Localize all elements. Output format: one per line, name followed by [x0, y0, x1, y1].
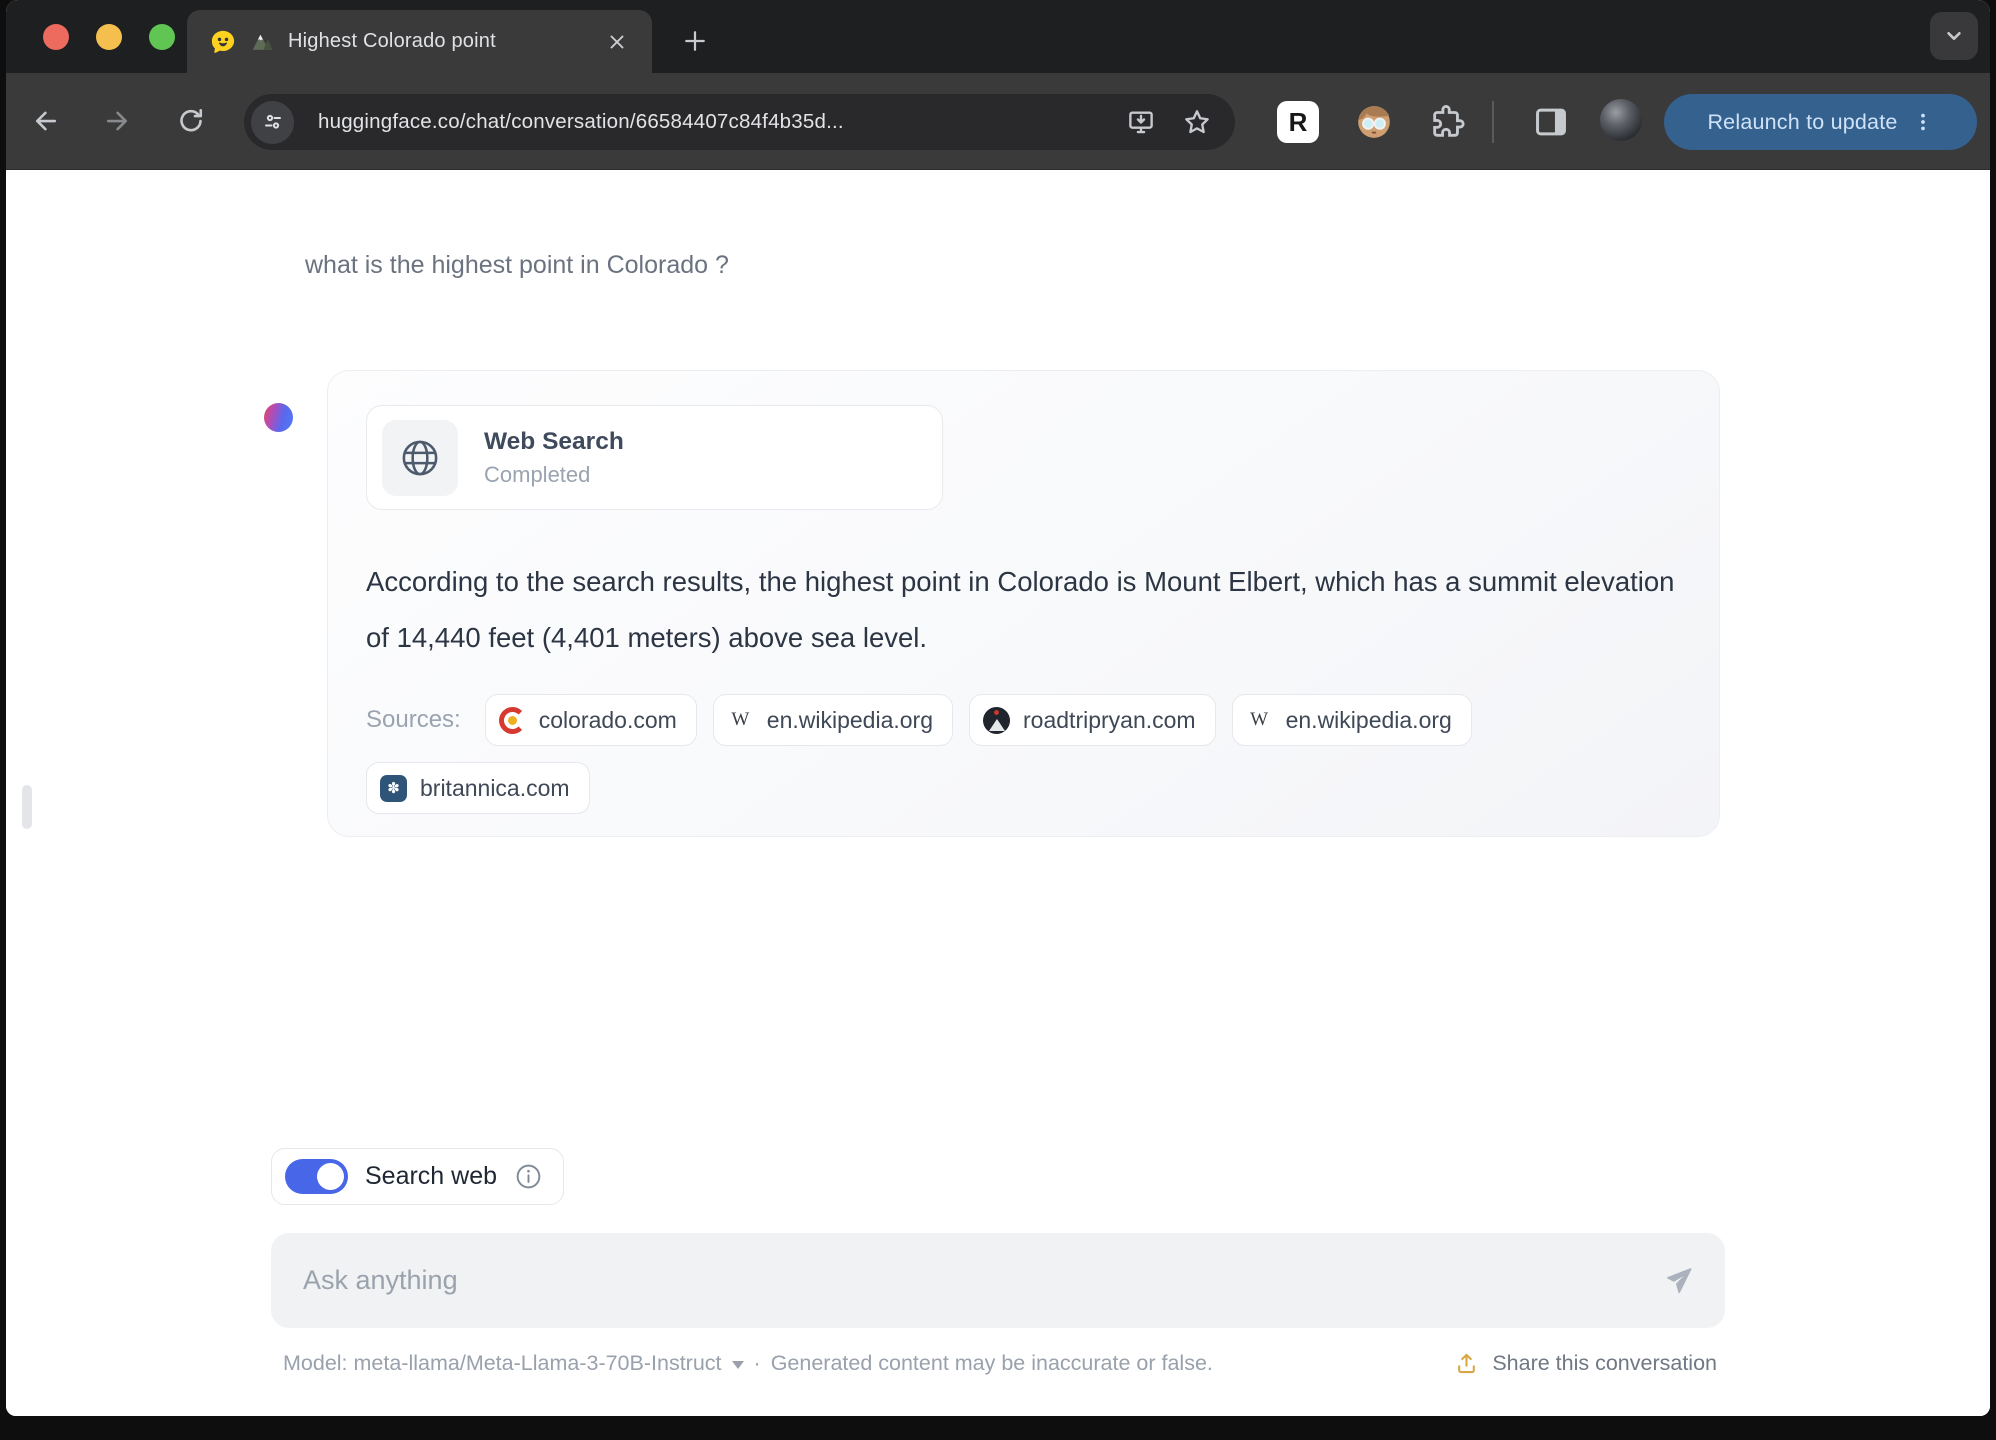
- macos-minimize-button[interactable]: [96, 24, 122, 50]
- new-tab-button[interactable]: [674, 20, 716, 62]
- share-upload-icon: [1458, 1353, 1476, 1374]
- britannica-favicon-icon: ✽: [380, 774, 407, 802]
- tab-search-button[interactable]: [1930, 12, 1978, 60]
- share-conversation-button[interactable]: Share this conversation: [1453, 1350, 1717, 1377]
- model-dropdown-caret-icon[interactable]: [731, 1361, 744, 1369]
- tool-title: Web Search: [484, 427, 624, 455]
- extensions-puzzle-icon[interactable]: [1428, 103, 1466, 141]
- macos-zoom-button[interactable]: [149, 24, 175, 50]
- extension-r-icon[interactable]: R: [1277, 101, 1319, 143]
- share-label: Share this conversation: [1492, 1351, 1717, 1375]
- tab-strip: Highest Colorado point: [6, 0, 1990, 73]
- user-message: what is the highest point in Colorado ?: [305, 251, 729, 279]
- wikipedia-favicon-icon: W: [731, 709, 750, 730]
- back-button[interactable]: [20, 95, 72, 147]
- tab-title: Highest Colorado point: [288, 30, 496, 52]
- chat-input-bar: [271, 1233, 1725, 1328]
- install-app-icon[interactable]: [1119, 100, 1163, 144]
- sources-list: Sources: colorado.com W en.wikipedia.org…: [366, 694, 1696, 814]
- chrome-menu-kebab-icon[interactable]: [1912, 111, 1934, 133]
- huggingchat-favicon-icon: [211, 30, 235, 53]
- roadtripryan-favicon-icon: [983, 706, 1011, 734]
- site-settings-icon[interactable]: [251, 100, 294, 144]
- source-domain: roadtripryan.com: [1023, 706, 1196, 733]
- relaunch-to-update-button[interactable]: Relaunch to update: [1664, 94, 1977, 150]
- toolbar-divider: [1492, 101, 1494, 143]
- sources-label: Sources:: [366, 706, 461, 733]
- chat-input[interactable]: [303, 1265, 1663, 1296]
- source-chip[interactable]: roadtripryan.com: [969, 694, 1216, 746]
- window-controls: [43, 24, 175, 50]
- search-web-toggle-container: Search web: [271, 1148, 565, 1205]
- profile-emoji-icon[interactable]: [1354, 102, 1394, 142]
- info-icon[interactable]: [514, 1162, 543, 1191]
- source-domain: en.wikipedia.org: [1285, 706, 1452, 733]
- address-bar[interactable]: huggingface.co/chat/conversation/6658440…: [244, 94, 1235, 150]
- colorado-favicon-icon: [498, 706, 526, 734]
- bookmark-star-icon[interactable]: [1175, 100, 1219, 144]
- wikipedia-favicon-icon: W: [1250, 709, 1269, 730]
- footer-separator: ·: [753, 1351, 761, 1375]
- sidebar-toggle-handle[interactable]: [22, 785, 32, 829]
- tab-close-icon[interactable]: [600, 25, 634, 59]
- browser-toolbar: huggingface.co/chat/conversation/6658440…: [6, 73, 1990, 170]
- source-chip[interactable]: W en.wikipedia.org: [712, 694, 954, 746]
- source-domain: britannica.com: [420, 774, 570, 801]
- web-search-tool-card[interactable]: Web Search Completed: [366, 405, 943, 510]
- macos-close-button[interactable]: [43, 24, 69, 50]
- huggingchat-page: what is the highest point in Colorado ? …: [6, 171, 1990, 1416]
- source-domain: en.wikipedia.org: [766, 706, 934, 733]
- mountain-emoji-icon: [252, 34, 273, 50]
- forward-button[interactable]: [91, 95, 143, 147]
- source-domain: colorado.com: [538, 706, 677, 733]
- assistant-response-text: According to the search results, the hig…: [366, 566, 1675, 653]
- send-icon[interactable]: [1663, 1265, 1695, 1297]
- search-web-toggle[interactable]: [285, 1159, 348, 1194]
- source-chip[interactable]: ✽ britannica.com: [366, 762, 590, 814]
- source-chip[interactable]: colorado.com: [484, 694, 697, 746]
- tool-status: Completed: [484, 461, 591, 487]
- browser-tab[interactable]: Highest Colorado point: [187, 10, 652, 73]
- side-panel-icon[interactable]: [1532, 103, 1570, 141]
- browser-profile-avatar[interactable]: [1600, 99, 1642, 141]
- assistant-message-card: Web Search Completed According to the se…: [327, 370, 1720, 837]
- chat-footer: Model: meta-llama/Meta-Llama-3-70B-Instr…: [271, 1350, 1725, 1377]
- model-selector[interactable]: Model: meta-llama/Meta-Llama-3-70B-Instr…: [283, 1351, 722, 1376]
- model-avatar: [264, 403, 293, 432]
- reload-button[interactable]: [165, 95, 217, 147]
- disclaimer-text: Generated content may be inaccurate or f…: [770, 1351, 1213, 1375]
- globe-icon: [382, 419, 458, 496]
- source-chip[interactable]: W en.wikipedia.org: [1231, 694, 1472, 746]
- url-text[interactable]: huggingface.co/chat/conversation/6658440…: [318, 110, 1107, 134]
- search-web-label: Search web: [365, 1162, 498, 1190]
- relaunch-label: Relaunch to update: [1707, 109, 1898, 134]
- browser-window: Highest Colorado point huggingface.co/ch: [6, 0, 1990, 1416]
